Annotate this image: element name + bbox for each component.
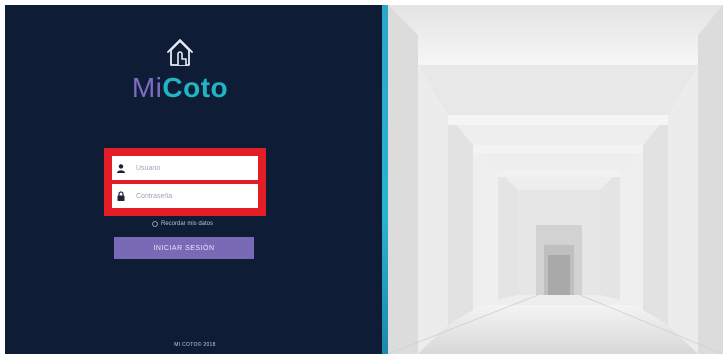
credentials-highlight [104,148,266,216]
lock-icon [112,184,130,208]
password-field[interactable] [112,184,258,208]
house-hand-icon [167,38,193,66]
remember-me[interactable]: Recordar mis datos [152,221,213,227]
hero-image [388,5,723,354]
login-panel: MiCoto Usuario Recordar mis datos INICIA… [5,5,382,354]
username-field[interactable] [112,156,258,180]
remember-checkbox-icon[interactable] [152,221,158,227]
username-input[interactable] [130,164,256,172]
corridor-illustration [388,5,723,354]
brand-name-part2: Coto [162,72,229,103]
user-icon [112,156,130,180]
brand-name-part1: Mi [131,72,163,103]
brand-wordmark: MiCoto [115,72,245,104]
login-screen: MiCoto Usuario Recordar mis datos INICIA… [5,5,723,354]
brand-logo: MiCoto [115,35,245,107]
remember-me-label: Recordar mis datos [161,221,214,227]
login-button[interactable]: INICIAR SESIÓN [114,237,254,259]
password-input[interactable] [130,192,256,200]
copyright-text: MI COTO© 2018 [174,342,216,348]
